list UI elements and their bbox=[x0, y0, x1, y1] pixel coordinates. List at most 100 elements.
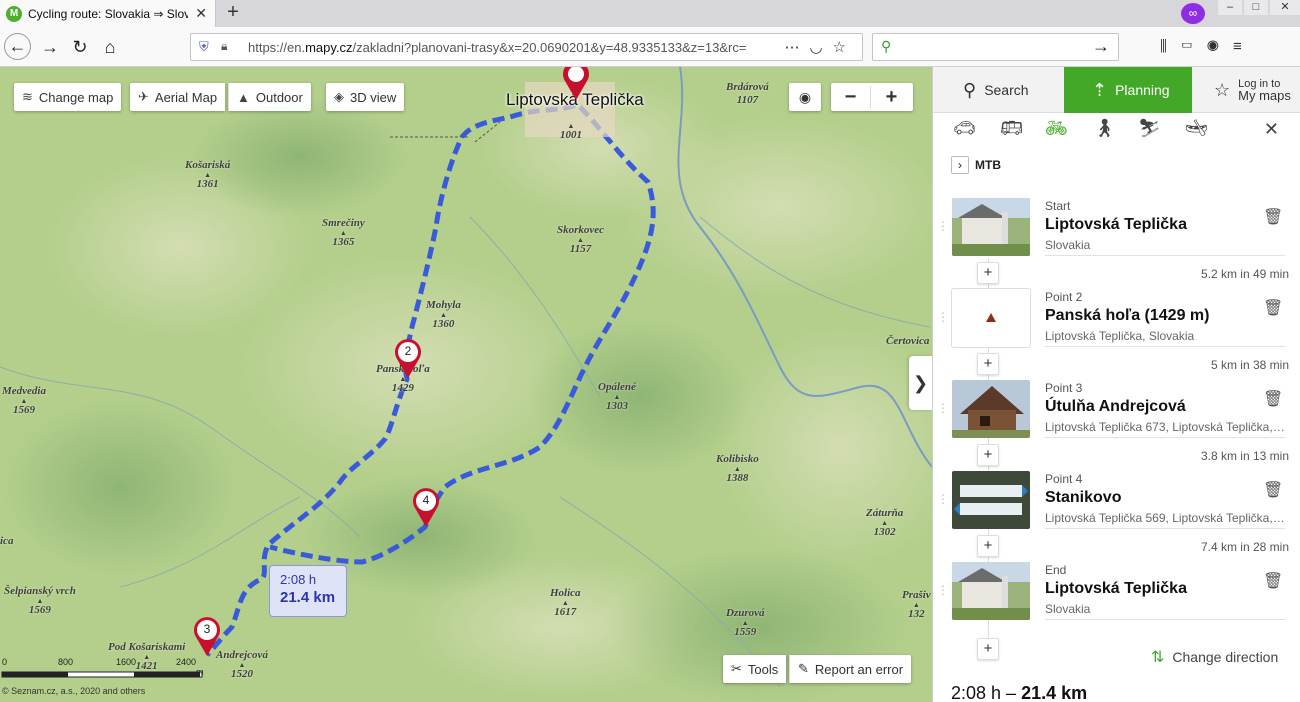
peak-label[interactable]: Šelpianský vrch ▲ 1569 bbox=[4, 585, 76, 617]
pocket-icon[interactable]: ◡ bbox=[809, 39, 832, 56]
waypoint-photo bbox=[952, 380, 1030, 438]
toolbar-icons: ⫼▭◉≡ bbox=[1160, 38, 1256, 55]
cube-icon: ◈ bbox=[334, 89, 344, 104]
library-icon[interactable]: ⫼ bbox=[1160, 38, 1181, 55]
bicycle-icon[interactable]: 🚲︎ bbox=[1045, 118, 1068, 139]
scale-unit: m bbox=[196, 667, 204, 677]
forward-icon[interactable]: → bbox=[38, 35, 62, 59]
zoom-out-button[interactable]: − bbox=[831, 85, 871, 109]
window-close-icon[interactable]: ✕ bbox=[1270, 0, 1300, 15]
search-bar[interactable]: ⚲ → bbox=[872, 33, 1119, 61]
browser-tab[interactable]: M Cycling route: Slovakia ⇒ Slova ✕ bbox=[0, 0, 216, 27]
route-segment: + 7.4 km in 28 min bbox=[933, 532, 1300, 562]
waypoint-kind: Point 3 bbox=[1045, 381, 1083, 395]
tab-bar: M Cycling route: Slovakia ⇒ Slova ✕ + ∞ … bbox=[0, 0, 1300, 27]
waypoint-marker-2[interactable]: 2 bbox=[394, 339, 422, 379]
tab-search-label: Search bbox=[984, 82, 1029, 98]
reload-icon[interactable]: ↻ bbox=[68, 35, 92, 59]
route-summary-bubble[interactable]: 2:08 h 21.4 km bbox=[269, 565, 347, 617]
hiking-icon[interactable]: 🚶︎ bbox=[1093, 118, 1116, 139]
peak-label[interactable]: Mohyla ▲ 1360 bbox=[426, 299, 461, 331]
new-tab-icon[interactable]: + bbox=[222, 1, 244, 24]
add-waypoint-button[interactable]: + bbox=[977, 353, 999, 375]
trash-icon[interactable]: 🗑︎ bbox=[1263, 480, 1283, 500]
close-tab-icon[interactable]: ✕ bbox=[195, 5, 207, 22]
search-engine-icon[interactable]: ⚲ bbox=[881, 38, 891, 55]
waypoint-4[interactable]: ⋮⋮ Point 4 Stanikovo Liptovská Teplička … bbox=[933, 470, 1300, 532]
trash-icon[interactable]: 🗑︎ bbox=[1263, 571, 1283, 591]
close-planning-icon[interactable]: ✕ bbox=[1264, 119, 1279, 140]
change-map-button[interactable]: ≋ Change map bbox=[14, 83, 122, 111]
url-actions[interactable]: ⋯◡☆ bbox=[784, 38, 856, 56]
boat-icon[interactable]: 🛶︎ bbox=[1185, 118, 1208, 139]
peak-label[interactable]: Čertovica bbox=[886, 335, 929, 348]
url-text[interactable]: https://en.mapy.cz/zakladni?planovani-tr… bbox=[248, 40, 778, 55]
go-arrow-icon[interactable]: → bbox=[1092, 36, 1110, 57]
report-error-button[interactable]: ✎ Report an error bbox=[789, 655, 912, 683]
add-waypoint-button[interactable]: + bbox=[977, 444, 999, 466]
swap-direction-icon: ⇅ bbox=[1151, 649, 1165, 666]
map-canvas[interactable]: ≋ Change map ✈ Aerial Map ▲ Outdoor ◈ 3D vie… bbox=[0, 67, 932, 702]
tools-button[interactable]: ✂ Tools bbox=[723, 655, 787, 683]
peak-label[interactable]: Záturňa ▲ 1302 bbox=[866, 507, 903, 539]
peak-label[interactable]: Dzurová ▲ 1559 bbox=[726, 607, 765, 639]
planning-panel: ⚲ Search ⇡ Planning ☆ Log in to My maps 🚗︎ 🚌… bbox=[932, 67, 1300, 702]
peak-label[interactable]: Andrejcová ▲ 1520 bbox=[216, 649, 268, 681]
peak-label[interactable]: Holica ▲ 1617 bbox=[550, 587, 581, 619]
outdoor-button[interactable]: ▲ Outdoor bbox=[228, 83, 311, 111]
3d-view-button[interactable]: ◈ 3D view bbox=[326, 83, 405, 111]
tracking-shield-icon[interactable]: ⛨ bbox=[199, 39, 209, 55]
maximize-icon[interactable]: □ bbox=[1244, 0, 1268, 15]
waypoint-marker-4[interactable]: 4 bbox=[412, 488, 440, 528]
bookmark-star-icon[interactable]: ☆ bbox=[833, 39, 856, 56]
login-label: Log in to My maps bbox=[1238, 78, 1291, 103]
account-icon[interactable]: ◉ bbox=[1207, 38, 1233, 55]
waypoint-marker-3[interactable]: 3 bbox=[193, 617, 221, 657]
tab-planning[interactable]: ⇡ Planning bbox=[1064, 67, 1192, 113]
peak-label[interactable]: Opálené ▲ 1303 bbox=[598, 381, 636, 413]
waypoint-3[interactable]: ⋮⋮ Point 3 Útulňa Andrejcová Liptovská T… bbox=[933, 379, 1300, 441]
minimize-icon[interactable]: – bbox=[1218, 0, 1242, 15]
tab-my-maps[interactable]: ☆ Log in to My maps bbox=[1192, 67, 1300, 113]
car-icon[interactable]: 🚗︎ bbox=[953, 118, 976, 139]
waypoint-start[interactable]: ⋮⋮ Start Liptovská Teplička Slovakia 🗑︎ bbox=[933, 197, 1300, 259]
sidebar-icon[interactable]: ▭ bbox=[1181, 38, 1207, 55]
menu-icon[interactable]: ≡ bbox=[1233, 38, 1256, 55]
waypoint-2[interactable]: ⋮⋮ Point 2 Panská hoľa (1429 m) Liptovsk… bbox=[933, 288, 1300, 350]
my-location-button[interactable]: ◉ bbox=[789, 83, 821, 111]
profile-selector[interactable]: › MTB bbox=[951, 156, 1001, 174]
peak-label[interactable]: Medvedia ▲ 1569 bbox=[2, 385, 46, 417]
page-actions-icon[interactable]: ⋯ bbox=[784, 39, 809, 56]
skiing-icon[interactable]: ⛷︎ bbox=[1138, 118, 1161, 139]
zoom-in-button[interactable]: + bbox=[871, 86, 912, 109]
segment-distance: 5 km in 38 min bbox=[1210, 358, 1289, 372]
peak-label[interactable]: Košariská ▲ 1361 bbox=[185, 159, 230, 191]
trash-icon[interactable]: 🗑︎ bbox=[1263, 298, 1283, 318]
home-icon[interactable]: ⌂ bbox=[98, 35, 122, 59]
start-end-marker[interactable] bbox=[562, 67, 590, 101]
address-bar[interactable]: ⛨ 🔒︎ https://en.mapy.cz/zakladni?planova… bbox=[190, 33, 863, 61]
peak-label[interactable]: Smrečiny ▲ 1365 bbox=[322, 217, 365, 249]
waypoint-end[interactable]: ⋮⋮ End Liptovská Teplička Slovakia 🗑︎ bbox=[933, 561, 1300, 623]
copyright[interactable]: © Seznam.cz, a.s., 2020 and others bbox=[2, 686, 145, 696]
add-waypoint-button[interactable]: + bbox=[977, 638, 999, 660]
trash-icon[interactable]: 🗑︎ bbox=[1263, 207, 1283, 227]
peak-label[interactable]: Kolibisko ▲ 1388 bbox=[716, 453, 759, 485]
trash-icon[interactable]: 🗑︎ bbox=[1263, 389, 1283, 409]
back-icon[interactable]: ← bbox=[4, 33, 31, 60]
peak-label[interactable]: Brdárová 1107 bbox=[726, 81, 769, 107]
route-time: 2:08 h bbox=[280, 572, 317, 587]
bus-icon[interactable]: 🚌︎ bbox=[1000, 118, 1023, 139]
collapse-panel-button[interactable]: ❯ bbox=[909, 356, 932, 410]
mapy-favicon-icon: M bbox=[6, 5, 22, 22]
peak-label[interactable]: Skorkovec ▲ 1157 bbox=[557, 224, 604, 256]
change-direction-button[interactable]: ⇅ Change direction bbox=[1151, 647, 1278, 667]
lock-icon[interactable]: 🔒︎ bbox=[221, 39, 227, 54]
waypoint-name: Panská hoľa (1429 m) bbox=[1045, 307, 1210, 324]
waypoint-address: Liptovská Teplička, Slovakia bbox=[1045, 329, 1195, 343]
add-waypoint-button[interactable]: + bbox=[977, 262, 999, 284]
add-waypoint-button[interactable]: + bbox=[977, 535, 999, 557]
aerial-map-button[interactable]: ✈ Aerial Map bbox=[130, 83, 226, 111]
tab-search[interactable]: ⚲ Search bbox=[933, 67, 1064, 113]
peak-label[interactable]: Prašiv ▲ 132 bbox=[902, 589, 931, 621]
